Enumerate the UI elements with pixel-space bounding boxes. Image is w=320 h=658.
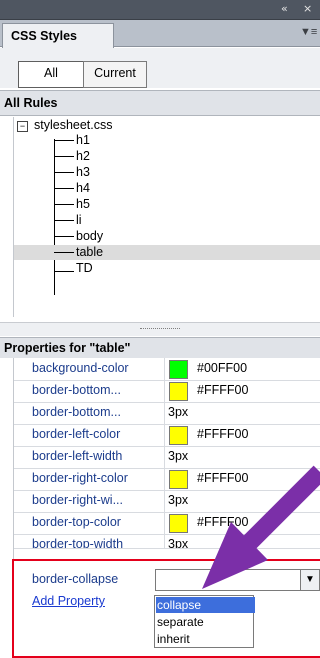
annotation-arrow-icon xyxy=(202,465,320,589)
arrow-shaft xyxy=(243,465,320,549)
